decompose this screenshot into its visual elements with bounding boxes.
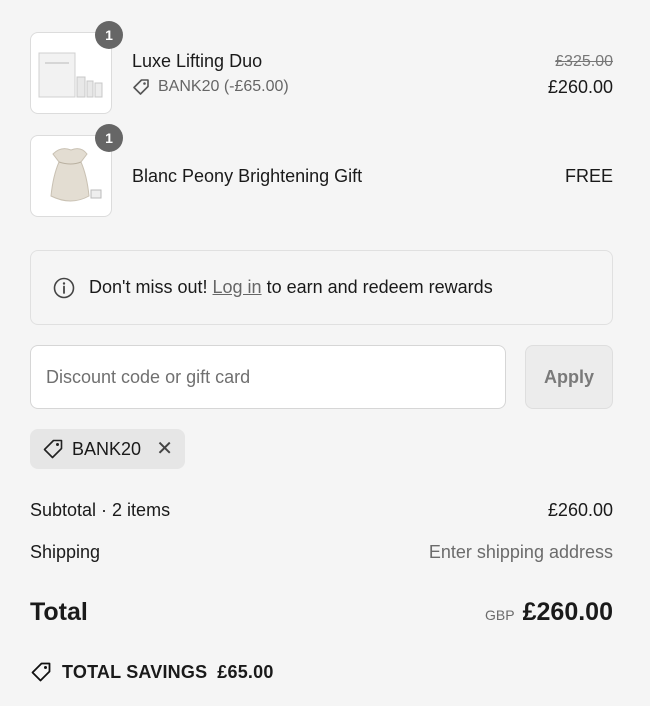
item-title: Luxe Lifting Duo: [132, 51, 263, 71]
savings-label: TOTAL SAVINGS: [62, 661, 208, 682]
quantity-badge: 1: [95, 124, 123, 152]
savings-value: £65.00: [217, 661, 274, 682]
info-icon: [53, 277, 75, 298]
rewards-suffix: to earn and redeem rewards: [266, 277, 493, 297]
item-price: FREE: [564, 166, 613, 186]
rewards-text: Don't miss out! Log in to earn and redee…: [89, 277, 493, 298]
remove-code-icon[interactable]: ✕: [156, 439, 173, 459]
rewards-prefix: Don't miss out!: [89, 277, 208, 297]
quantity-badge: 1: [95, 21, 123, 49]
total-savings: TOTAL SAVINGS £65.00: [30, 661, 274, 683]
product-thumbnail-luxe-lifting-duo: 1: [30, 21, 123, 114]
item-discount-code: BANK20 (-£65.00): [158, 78, 289, 95]
login-link[interactable]: Log in: [213, 277, 262, 297]
item-price: £260.00: [547, 77, 613, 97]
total-currency: GBP: [485, 607, 515, 623]
tag-icon: [133, 79, 149, 95]
tag-icon: [43, 439, 63, 459]
total-label: Total: [30, 598, 88, 626]
item-title: Blanc Peony Brightening Gift: [132, 166, 363, 186]
total-value-group: GBP £260.00: [485, 598, 613, 627]
shipping-label: Shipping: [30, 542, 101, 562]
item-discount: BANK20 (-£65.00): [132, 78, 289, 96]
applied-code-chip: BANK20 ✕: [30, 429, 185, 469]
rewards-banner: Don't miss out! Log in to earn and redee…: [30, 250, 613, 325]
subtotal-value: £260.00: [547, 500, 613, 520]
applied-code-label: BANK20: [72, 438, 142, 459]
original-price: £325.00: [555, 53, 613, 70]
discount-code-input[interactable]: [30, 345, 506, 409]
product-thumbnail-gift: 1: [30, 124, 123, 217]
tag-icon: [31, 662, 51, 682]
total-amount: £260.00: [522, 598, 613, 626]
shipping-value: Enter shipping address: [428, 542, 613, 562]
subtotal-label: Subtotal · 2 items: [30, 500, 171, 520]
apply-button[interactable]: Apply: [525, 345, 613, 409]
